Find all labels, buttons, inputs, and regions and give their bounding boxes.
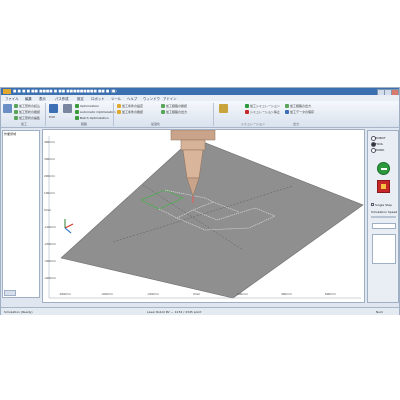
optimization-icon bbox=[75, 104, 79, 108]
path-check-icon bbox=[161, 104, 165, 108]
auto-optimization-icon bbox=[75, 110, 79, 114]
simulation-speed-label: Simulation Speed bbox=[371, 210, 398, 214]
output-icon bbox=[285, 104, 289, 108]
window-title: ■ ■ ■ ■ ■■ ■■■■ ■ ■■ ■■■■■■■■■ ■■ ■ (■) bbox=[13, 89, 117, 93]
app-icon bbox=[3, 89, 11, 94]
radio-work-label: WORK bbox=[375, 148, 385, 152]
application-window: ■ ■ ■ ■ ■■ ■■■■ ■ ■■ ■■■■■■■■■ ■■ ■ (■) … bbox=[0, 87, 400, 315]
stop-button[interactable] bbox=[377, 180, 390, 193]
group-label-optimization: 最適化 bbox=[151, 122, 161, 126]
y-tick-label: -200mm bbox=[44, 242, 56, 246]
play-icon bbox=[381, 168, 387, 170]
y-tick-label: 400mm bbox=[44, 140, 55, 144]
x-tick-label: 600mm bbox=[325, 292, 336, 296]
check-shape-button[interactable]: 加工形状の確認 bbox=[19, 110, 40, 114]
condition-check-icon bbox=[117, 110, 121, 114]
save-button[interactable]: 加工データの保存 bbox=[290, 110, 314, 114]
stop-icon bbox=[381, 184, 386, 189]
radio-robot-label: ROBOT bbox=[375, 136, 386, 140]
3d-viewport[interactable]: -600mm -400mm -200mm 0mm 200mm 400mm 600… bbox=[42, 129, 365, 303]
radio-tool-label: TOOL bbox=[375, 142, 384, 146]
ribbon-separator bbox=[45, 103, 46, 126]
robot-icon[interactable] bbox=[219, 104, 228, 113]
group-label-path: 経路 bbox=[81, 122, 88, 126]
edit-shape-icon bbox=[14, 116, 18, 120]
speed-slider[interactable] bbox=[371, 216, 396, 218]
y-tick-label: 100mm bbox=[44, 191, 55, 195]
speed-field[interactable] bbox=[372, 223, 396, 229]
simulation-control-panel: ROBOT TOOL WORK Single Step Simulation S… bbox=[367, 130, 399, 303]
simulation-icon bbox=[245, 104, 249, 108]
info-box bbox=[372, 234, 396, 264]
batch-optimization-button[interactable]: Batch Optimization bbox=[80, 116, 109, 120]
x-tick-label: -600mm bbox=[59, 292, 71, 296]
path-output-button[interactable]: 加工経路の出力 bbox=[166, 110, 187, 114]
single-step-checkbox[interactable] bbox=[371, 203, 374, 206]
tool-icon[interactable] bbox=[63, 104, 72, 113]
edit-shape-button[interactable]: 加工形状の編集 bbox=[19, 116, 40, 120]
simulation-stop-icon bbox=[245, 110, 249, 114]
load-shape-button[interactable]: 加工形状の読込 bbox=[19, 104, 40, 108]
play-button[interactable] bbox=[377, 162, 390, 175]
simulation-stop-button[interactable]: シミュレーション停止 bbox=[250, 110, 280, 114]
x-tick-label: 200mm bbox=[237, 292, 248, 296]
path-check-button[interactable]: 加工経路の確認 bbox=[166, 104, 187, 108]
edit-icon[interactable] bbox=[49, 104, 58, 113]
x-tick-label: 400mm bbox=[281, 292, 292, 296]
optimization-button[interactable]: Optimization bbox=[80, 104, 99, 108]
path-output-icon bbox=[161, 110, 165, 114]
title-bar: ■ ■ ■ ■ ■■ ■■■■ ■ ■■ ■■■■■■■■■ ■■ ■ (■) bbox=[1, 88, 399, 96]
status-left: Simulation (Ready) bbox=[4, 310, 33, 314]
workspace-panel-title: 作業領域 bbox=[4, 132, 17, 136]
open-file-icon[interactable] bbox=[3, 104, 12, 113]
y-tick-label: -300mm bbox=[44, 259, 56, 263]
edit-button[interactable]: Edit bbox=[49, 115, 55, 119]
x-tick-label: -400mm bbox=[101, 292, 113, 296]
group-label-machining: 加工 bbox=[21, 122, 28, 126]
y-tick-label: 200mm bbox=[44, 174, 55, 178]
status-center: Laser Robot RV — 1234 / 2345 point bbox=[147, 310, 202, 314]
ribbon-separator bbox=[113, 103, 114, 126]
output-button[interactable]: 加工経路の出力 bbox=[290, 104, 311, 108]
y-tick-label: -400mm bbox=[44, 276, 56, 280]
workspace-tree-panel: 作業領域 bbox=[2, 130, 40, 298]
panel-tab[interactable] bbox=[4, 290, 16, 296]
x-tick-label: 0mm bbox=[193, 292, 201, 296]
group-label-simulation: シミュレーション bbox=[241, 122, 265, 126]
load-shape-icon bbox=[14, 104, 18, 108]
condition-set-button[interactable]: 加工条件の設定 bbox=[122, 104, 143, 108]
3d-scene bbox=[43, 130, 364, 302]
check-shape-icon bbox=[14, 110, 18, 114]
batch-optimization-icon bbox=[75, 116, 79, 120]
ribbon-separator bbox=[213, 103, 214, 126]
condition-set-icon bbox=[117, 104, 121, 108]
status-right: Num bbox=[376, 310, 384, 314]
y-tick-label: 300mm bbox=[44, 157, 55, 161]
ribbon-toolbar: 加工形状の読込 加工形状の確認 加工形状の編集 Edit Optimizatio… bbox=[1, 101, 399, 128]
simulation-button[interactable]: 加工シミュレーション bbox=[250, 104, 280, 108]
y-tick-label: -100mm bbox=[44, 225, 56, 229]
x-tick-label: -200mm bbox=[147, 292, 159, 296]
auto-optimization-button[interactable]: Automatic Optimization bbox=[80, 110, 116, 114]
group-label-output: 出力 bbox=[293, 122, 300, 126]
condition-check-button[interactable]: 加工条件の確認 bbox=[122, 110, 143, 114]
y-tick-label: 0mm bbox=[44, 208, 52, 212]
single-step-label: Single Step bbox=[375, 203, 393, 207]
status-bar: Simulation (Ready) Laser Robot RV — 1234… bbox=[1, 307, 399, 315]
save-icon bbox=[285, 110, 289, 114]
